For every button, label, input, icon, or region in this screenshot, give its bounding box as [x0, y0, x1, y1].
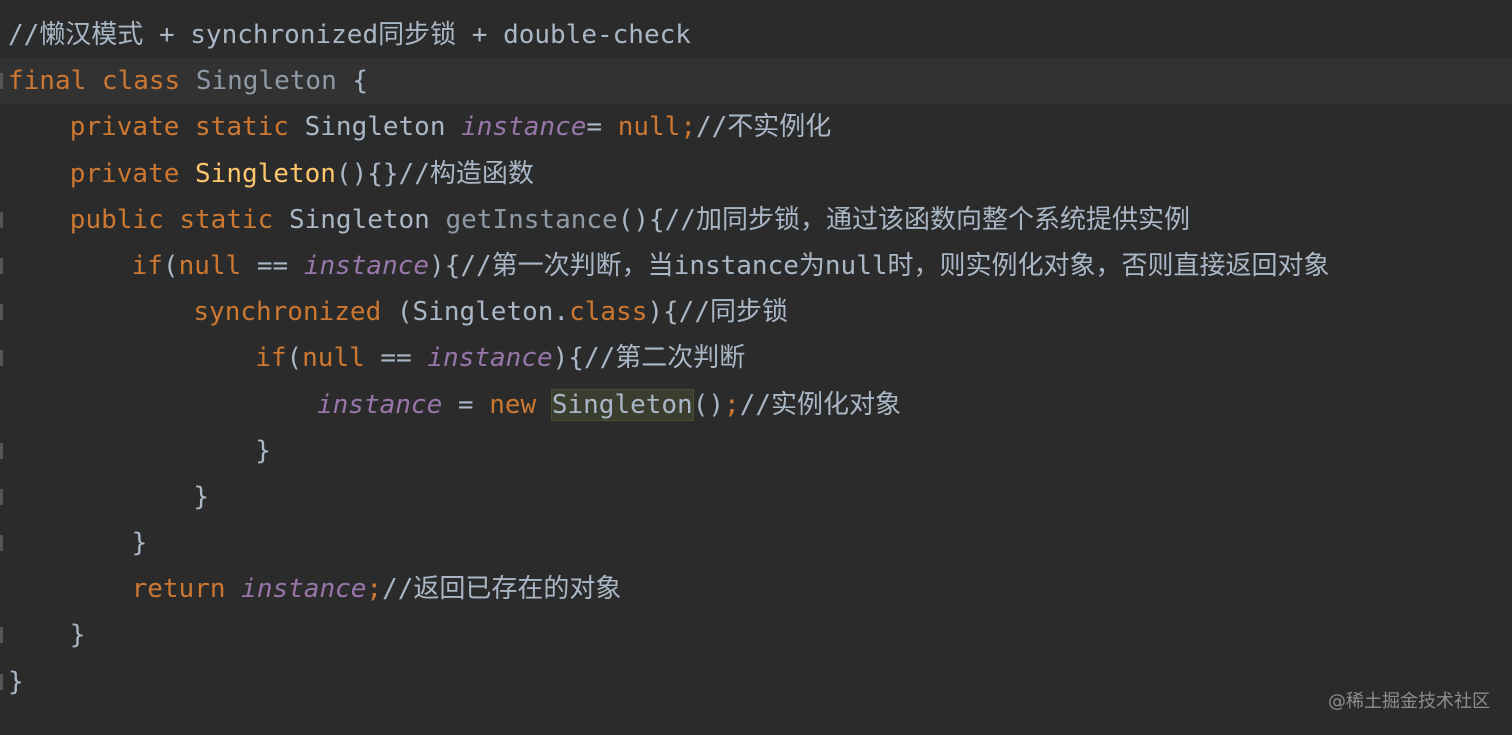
code-token: //第二次判断: [583, 343, 746, 374]
fold-marker-icon[interactable]: [0, 257, 3, 274]
code-line-text: }: [8, 659, 24, 705]
code-token: new: [489, 389, 552, 420]
code-token: //返回已存在的对象: [382, 574, 622, 605]
code-token: synchronized: [193, 297, 397, 328]
code-token: instance: [317, 389, 443, 420]
code-token: ;: [724, 389, 740, 420]
code-line[interactable]: }: [0, 612, 1512, 658]
code-line-text: final class Singleton {: [8, 58, 368, 104]
code-token: (Singleton.: [396, 297, 570, 328]
fold-marker-icon[interactable]: [0, 535, 3, 552]
fold-marker-icon[interactable]: [0, 627, 3, 644]
code-token: //不实例化: [695, 112, 832, 143]
code-token: return: [131, 574, 242, 605]
code-token: (): [692, 389, 725, 420]
code-token: }: [255, 435, 271, 466]
code-token: getInstance: [445, 204, 618, 235]
code-line[interactable]: if(null == instance){//第一次判断，当instance为n…: [0, 243, 1512, 289]
code-token: class: [569, 297, 648, 328]
code-token: ==: [241, 250, 304, 281]
code-token: public static: [69, 204, 289, 235]
code-line-text: }: [70, 612, 86, 658]
code-token: //构造函数: [398, 158, 534, 189]
code-token: }: [131, 528, 148, 559]
code-token: Singleton: [288, 204, 446, 235]
code-token: private static: [69, 112, 305, 143]
code-line[interactable]: return instance;//返回已存在的对象: [0, 566, 1512, 612]
code-line-text: return instance;//返回已存在的对象: [132, 566, 622, 612]
fold-marker-icon[interactable]: [0, 673, 3, 690]
watermark: @稀土掘金技术社区: [1328, 691, 1490, 712]
code-line[interactable]: if(null == instance){//第二次判断: [0, 335, 1512, 381]
code-token: //第一次判断，当instance为null时，则实例化对象，否则直接返回对象: [460, 250, 1330, 281]
code-line[interactable]: synchronized (Singleton.class){//同步锁: [0, 289, 1512, 335]
code-line[interactable]: }: [0, 659, 1512, 705]
code-token: ;: [366, 574, 383, 605]
fold-marker-icon[interactable]: [0, 442, 3, 459]
code-token: }: [8, 666, 24, 697]
code-token: instance: [427, 343, 553, 374]
code-line-text: if(null == instance){//第一次判断，当instance为n…: [132, 243, 1330, 289]
code-token: ==: [364, 343, 428, 374]
code-line[interactable]: public static Singleton getInstance(){//…: [0, 197, 1512, 243]
fold-marker-icon[interactable]: [0, 304, 3, 321]
code-token: Singleton: [550, 388, 694, 421]
code-token: instance: [303, 250, 430, 281]
code-line-text: }: [193, 474, 209, 520]
code-token: final class: [8, 66, 196, 97]
code-token: //同步锁: [678, 297, 788, 328]
code-line[interactable]: }: [0, 474, 1512, 520]
code-line-text: synchronized (Singleton.class){//同步锁: [193, 289, 788, 335]
code-line-text: //懒汉模式 + synchronized同步锁 + double-check: [8, 12, 691, 58]
code-token: }: [193, 481, 210, 512]
code-token: {: [336, 66, 369, 97]
code-line[interactable]: }: [0, 520, 1512, 566]
fold-marker-icon[interactable]: [0, 488, 3, 505]
code-token: =: [442, 389, 490, 420]
code-token: }: [69, 620, 86, 651]
code-token: (){: [617, 204, 665, 235]
code-token: (){}: [335, 158, 399, 189]
code-token: ){: [429, 250, 461, 281]
code-line[interactable]: }: [0, 428, 1512, 474]
code-token: null: [302, 343, 365, 374]
code-token: if: [131, 250, 163, 281]
code-token: //加同步锁，通过该函数向整个系统提供实例: [664, 204, 1190, 235]
fold-marker-icon[interactable]: [0, 350, 3, 367]
code-token: null: [178, 250, 242, 281]
code-token: Singleton: [195, 158, 336, 189]
code-line-text: private Singleton(){}//构造函数: [70, 151, 534, 197]
code-line[interactable]: //懒汉模式 + synchronized同步锁 + double-check: [0, 12, 1512, 58]
code-token: =: [586, 112, 618, 143]
code-token: null;: [617, 112, 696, 143]
code-token: (: [162, 250, 179, 281]
fold-marker-icon[interactable]: [0, 73, 3, 90]
code-token: if: [255, 343, 287, 374]
code-editor[interactable]: //懒汉模式 + synchronized同步锁 + double-check f…: [0, 12, 1512, 705]
code-line-text: private static Singleton instance= null;…: [70, 104, 832, 150]
code-line[interactable]: instance = new Singleton();//实例化对象: [0, 382, 1512, 428]
code-line-text: if(null == instance){//第二次判断: [255, 335, 745, 381]
code-line[interactable]: private Singleton(){}//构造函数: [0, 151, 1512, 197]
code-token: ){: [647, 297, 679, 328]
code-line-text: public static Singleton getInstance(){//…: [70, 197, 1190, 243]
code-token: //实例化对象: [739, 389, 901, 420]
code-token: Singleton: [195, 66, 337, 97]
code-line[interactable]: private static Singleton instance= null;…: [0, 104, 1512, 150]
code-token: instance: [461, 112, 587, 143]
code-token: private: [69, 158, 196, 189]
code-token: (: [286, 343, 303, 374]
fold-marker-icon[interactable]: [0, 211, 3, 228]
code-line-text: instance = new Singleton();//实例化对象: [317, 382, 901, 428]
code-token: //懒汉模式 + synchronized同步锁 + double-check: [8, 20, 691, 50]
code-token: Singleton: [304, 112, 462, 143]
code-line[interactable]: final class Singleton {: [0, 58, 1512, 105]
code-line-text: }: [255, 428, 271, 474]
code-token: instance: [241, 574, 367, 605]
code-token: ){: [552, 343, 584, 374]
code-line-text: }: [132, 520, 148, 566]
